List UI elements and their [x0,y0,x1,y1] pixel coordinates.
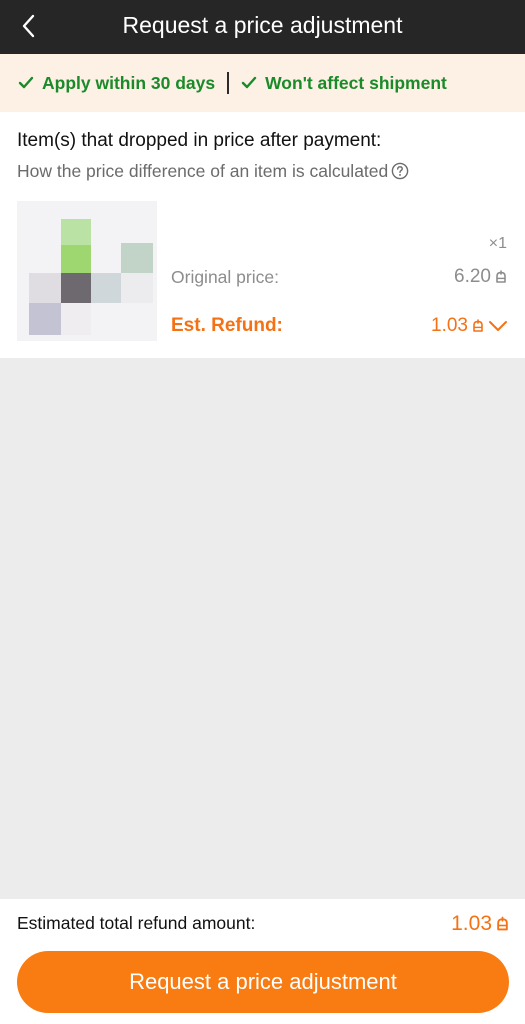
product-thumbnail[interactable] [17,201,157,341]
guarantee-item-shipment: Won't affect shipment [241,73,447,94]
guarantee-label: Apply within 30 days [42,72,216,93]
guarantee-divider [227,72,230,94]
page-title: Request a price adjustment [122,12,403,38]
original-price-amount: 6.20 [454,266,491,287]
total-refund-value: 1.03 [451,912,509,936]
top-bar: Request a price adjustment [0,0,525,54]
est-refund-label: Est. Refund: [171,315,283,336]
est-refund-amount: 1.03 [431,315,468,336]
original-price-label: Original price: [171,267,279,287]
bottom-summary-panel: Estimated total refund amount: 1.03 Requ… [0,899,525,1024]
baht-icon [496,916,509,932]
total-refund-amount: 1.03 [451,912,492,935]
guarantee-item-apply-window: Apply within 30 days [18,73,215,94]
total-refund-label: Estimated total refund amount: [17,913,256,933]
check-icon [18,76,34,89]
section-title: Item(s) that dropped in price after paym… [17,130,382,151]
original-price-value: 6.20 [454,266,507,288]
calc-link-label: How the price difference of an item is c… [17,161,389,181]
guarantee-label: Won't affect shipment [265,72,447,93]
item-quantity: ×1 [488,235,507,252]
price-calculation-link[interactable]: How the price difference of an item is c… [17,159,409,183]
question-circle-icon[interactable] [391,162,409,180]
guarantee-banner: Apply within 30 days Won't affect shipme… [0,54,525,112]
baht-icon [472,319,484,333]
baht-icon [495,270,507,284]
check-icon [241,76,257,89]
chevron-down-icon[interactable] [488,320,508,332]
request-price-adjustment-button[interactable]: Request a price adjustment [17,951,509,1013]
est-refund-value[interactable]: 1.03 [431,315,508,337]
price-drop-items-card: Item(s) that dropped in price after paym… [0,112,525,358]
